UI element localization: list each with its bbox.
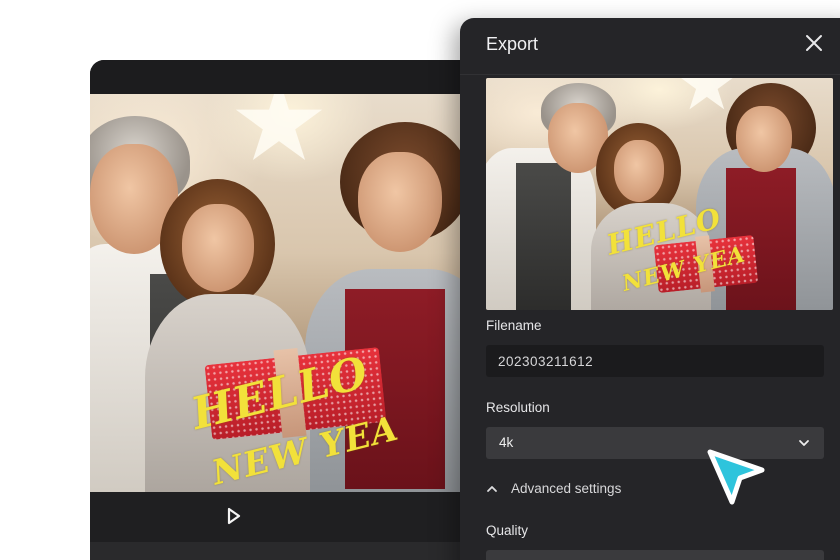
- family-photo-thumbnail: HELLO NEW YEA: [486, 78, 833, 310]
- play-icon[interactable]: [227, 507, 241, 525]
- chevron-up-icon: [487, 486, 497, 492]
- editor-timeline: [90, 542, 490, 560]
- resolution-select[interactable]: 4k: [486, 427, 824, 459]
- export-panel: Export HELLO NEW YEA Filename 2023032116…: [460, 18, 840, 560]
- quality-select[interactable]: [486, 550, 824, 560]
- close-icon[interactable]: [804, 33, 824, 53]
- family-photo: HELLO NEW YEA: [90, 94, 490, 492]
- video-editor-window: HELLO NEW YEA: [90, 60, 490, 560]
- header-divider: [460, 74, 840, 75]
- chevron-down-icon: [799, 440, 809, 446]
- playback-controls: [90, 492, 490, 542]
- video-preview[interactable]: HELLO NEW YEA: [90, 94, 490, 492]
- editor-topbar: [90, 60, 490, 94]
- resolution-label: Resolution: [486, 400, 550, 415]
- export-header: Export: [460, 18, 840, 74]
- export-title: Export: [486, 34, 539, 54]
- filename-label: Filename: [486, 318, 542, 333]
- stage: HELLO NEW YEA Export HELLO NEW YEA Filen…: [0, 0, 840, 560]
- export-preview: HELLO NEW YEA: [486, 78, 833, 310]
- filename-input[interactable]: [486, 345, 824, 377]
- resolution-value: 4k: [499, 435, 514, 450]
- advanced-settings-label: Advanced settings: [511, 481, 622, 496]
- quality-label: Quality: [486, 523, 529, 538]
- cursor-arrow-icon: [707, 449, 765, 505]
